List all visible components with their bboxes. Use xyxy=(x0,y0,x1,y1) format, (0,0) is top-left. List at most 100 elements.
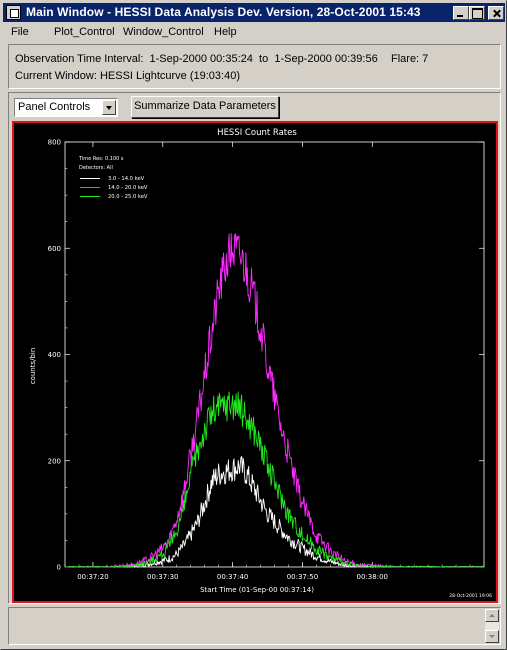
series-point xyxy=(295,542,296,543)
menu-help[interactable]: Help xyxy=(214,26,237,38)
window-title: Main Window - HESSI Data Analysis Dev. V… xyxy=(26,5,421,19)
series-point xyxy=(225,471,226,472)
menu-plot-control[interactable]: Plot_Control xyxy=(54,26,115,38)
count-rate-plot: 0 200 400 600 800 00:37:20 00:37:30 00:37:40 00:… xyxy=(29,128,492,599)
series-point xyxy=(148,563,149,564)
flare-number: Flare: 7 xyxy=(391,53,429,65)
legend-label-3: 20.0 - 25.0 keV xyxy=(108,194,148,200)
summarize-data-parameters-button[interactable]: Summarize Data Parameters xyxy=(131,96,279,118)
series-point xyxy=(218,407,219,408)
series-point xyxy=(274,521,275,522)
minimize-button[interactable] xyxy=(453,6,469,20)
series-point xyxy=(330,550,331,551)
series-point xyxy=(302,535,303,536)
series-point xyxy=(246,473,247,474)
status-panel xyxy=(8,607,501,645)
series-point xyxy=(148,561,149,562)
series-point xyxy=(176,519,177,520)
menu-file[interactable]: File xyxy=(11,26,29,38)
plot-area xyxy=(64,141,485,568)
interval-start: 1-Sep-2000 00:35:24 xyxy=(149,53,253,65)
menu-bar: File Plot_Control Window_Control Help xyxy=(3,23,505,42)
series-point xyxy=(190,476,191,477)
x-tick-label: 00:37:40 xyxy=(217,573,248,581)
series-point xyxy=(288,537,289,538)
series-point xyxy=(316,548,317,549)
series-point xyxy=(204,375,205,376)
series-point xyxy=(400,566,401,567)
close-button[interactable] xyxy=(488,6,504,20)
series-point xyxy=(176,554,177,555)
series-point xyxy=(134,565,135,566)
series-point xyxy=(316,535,317,536)
series-point xyxy=(204,428,205,429)
interval-end: 1-Sep-2000 00:39:56 xyxy=(274,53,378,65)
series-point xyxy=(253,295,254,296)
series-point xyxy=(267,465,268,466)
chevron-down-icon[interactable] xyxy=(102,100,116,115)
series-point xyxy=(344,563,345,564)
interval-label: Observation Time Interval: xyxy=(15,53,144,65)
series-point xyxy=(330,561,331,562)
series-point xyxy=(309,519,310,520)
detectors-note: Detectors: All xyxy=(79,165,113,171)
series-point xyxy=(274,481,275,482)
panel-controls-select[interactable]: Panel Controls xyxy=(14,98,118,117)
x-tick-label: 00:37:30 xyxy=(147,573,178,581)
series-point xyxy=(295,524,296,525)
series-point xyxy=(169,558,170,559)
series-point xyxy=(197,521,198,522)
scroll-up-button[interactable] xyxy=(485,609,499,622)
scroll-down-button[interactable] xyxy=(485,630,499,643)
series-point xyxy=(267,513,268,514)
panel-controls-value: Panel Controls xyxy=(18,101,91,113)
series-point xyxy=(232,468,233,469)
series-point xyxy=(260,327,261,328)
x-tick-label: 00:37:50 xyxy=(287,573,318,581)
status-scrollbar[interactable] xyxy=(485,609,499,643)
y-tick-label: 400 xyxy=(48,351,61,359)
series-point xyxy=(239,465,240,466)
main-window: Main Window - HESSI Data Analysis Dev. V… xyxy=(0,0,507,650)
series-point xyxy=(260,444,261,445)
series-point xyxy=(218,473,219,474)
y-tick-label: 0 xyxy=(57,564,61,572)
series-point xyxy=(162,553,163,554)
series-point xyxy=(197,450,198,451)
series-point xyxy=(218,290,219,291)
current-window-label: Current Window: HESSI Lightcurve (19:03:… xyxy=(15,70,240,82)
series-point xyxy=(183,492,184,493)
series-point xyxy=(274,396,275,397)
series-point xyxy=(246,269,247,270)
maximize-button[interactable] xyxy=(469,6,485,20)
series-point xyxy=(183,545,184,546)
series-point xyxy=(176,529,177,530)
series-point xyxy=(239,253,240,254)
series-point xyxy=(288,513,289,514)
interval-to: to xyxy=(259,53,269,65)
y-tick-label: 200 xyxy=(48,457,61,465)
series-line-3 xyxy=(64,391,485,568)
observation-info-panel: Observation Time Interval: 1-Sep-2000 00… xyxy=(8,44,501,89)
x-axis-label: Start Time (01-Sep-00 00:37:14) xyxy=(200,586,314,594)
series-point xyxy=(190,535,191,536)
series-point xyxy=(302,503,303,504)
menu-window-control[interactable]: Window_Control xyxy=(123,26,204,38)
series-point xyxy=(169,545,170,546)
y-tick-label: 800 xyxy=(48,139,61,147)
title-bar[interactable]: Main Window - HESSI Data Analysis Dev. V… xyxy=(3,3,505,22)
legend-label-1: 3.0 - 14.0 keV xyxy=(108,176,145,182)
time-resolution-note: Time Res: 0.100 s xyxy=(78,156,124,162)
series-point xyxy=(281,428,282,429)
series-point xyxy=(253,428,254,429)
series-point xyxy=(169,537,170,538)
series-point xyxy=(267,365,268,366)
plot-timestamp: 28-Oct-2001 19:06 xyxy=(449,593,492,599)
series-point xyxy=(162,560,163,561)
series-point xyxy=(197,418,198,419)
series-point xyxy=(120,566,121,567)
series-point xyxy=(204,503,205,504)
app-icon[interactable] xyxy=(6,5,21,20)
x-tick-label: 00:37:20 xyxy=(77,573,108,581)
series-point xyxy=(358,565,359,566)
